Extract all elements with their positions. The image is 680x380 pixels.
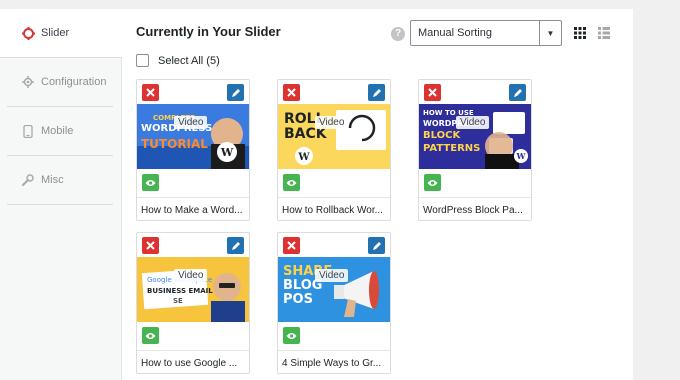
toggle-visibility-button[interactable] (424, 174, 441, 191)
sort-order-select[interactable]: Manual Sorting ▼ (410, 20, 562, 46)
slide-card[interactable]: W HOW TO USE WORDPRESS BLOCK PATTERNS Vi… (418, 79, 532, 221)
delete-slide-button[interactable] (283, 237, 300, 254)
wrench-icon (21, 173, 35, 187)
video-badge: Video (315, 269, 349, 282)
thumbnail-text: BUSINESS EMAIL (147, 287, 213, 295)
select-all[interactable]: Select All (5) (136, 54, 220, 67)
sort-selected-value: Manual Sorting (418, 27, 492, 39)
svg-text:W: W (220, 146, 234, 159)
page-title: Currently in Your Slider (136, 24, 281, 39)
eye-icon (286, 179, 297, 186)
thumbnail-text: BLOCK (423, 130, 461, 141)
delete-slide-button[interactable] (142, 237, 159, 254)
select-all-checkbox[interactable] (136, 54, 149, 67)
close-icon (146, 241, 155, 250)
edit-slide-button[interactable] (368, 84, 385, 101)
settings-sidebar: Slider Configuration Mobile Misc (0, 9, 122, 380)
slide-caption: How to Rollback Wor... (278, 197, 390, 221)
edit-slide-button[interactable] (509, 84, 526, 101)
video-badge: Video (456, 116, 490, 129)
thumbnail-text: BACK (284, 126, 327, 142)
mobile-icon (21, 124, 35, 138)
close-icon (428, 88, 437, 97)
slide-thumbnail: W HOW TO USE WORDPRESS BLOCK PATTERNS (419, 104, 531, 169)
sidebar-item-mobile[interactable]: Mobile (7, 107, 113, 156)
toggle-visibility-button[interactable] (283, 174, 300, 191)
eye-icon (427, 179, 438, 186)
sidebar-item-label: Slider (41, 27, 70, 39)
edit-slide-button[interactable] (368, 237, 385, 254)
slide-card[interactable]: W COMPLETE WORDPRESS TUTORIAL Video How … (136, 79, 250, 221)
slide-caption: 4 Simple Ways to Gr... (278, 350, 390, 374)
video-badge: Video (174, 269, 208, 282)
toggle-visibility-button[interactable] (142, 174, 159, 191)
gear-icon (21, 75, 35, 89)
slide-thumbnail: W COMPLETE WORDPRESS TUTORIAL (137, 104, 249, 169)
toggle-visibility-button[interactable] (142, 327, 159, 344)
caret-down-icon: ▼ (539, 21, 561, 45)
thumbnail-text: TUTORIAL (141, 137, 208, 151)
slide-caption: How to Make a Word... (137, 197, 249, 221)
slide-caption: WordPress Block Pa... (419, 197, 531, 221)
eye-icon (145, 332, 156, 339)
sidebar-item-label: Configuration (41, 76, 107, 88)
sidebar-item-configuration[interactable]: Configuration (7, 58, 113, 107)
sidebar-item-label: Misc (41, 174, 64, 186)
delete-slide-button[interactable] (283, 84, 300, 101)
slider-icon (21, 26, 35, 40)
select-all-label: Select All (5) (158, 54, 220, 67)
slide-thumbnail: W ROLL BACK (278, 104, 390, 169)
pencil-icon (372, 241, 381, 250)
slide-caption: How to use Google ... (137, 350, 249, 374)
toggle-visibility-button[interactable] (283, 327, 300, 344)
eye-icon (145, 179, 156, 186)
pencil-icon (231, 88, 240, 97)
slide-thumbnail: Google Workspace BUSINESS EMAIL SE (137, 257, 249, 322)
slide-card[interactable]: Google Workspace BUSINESS EMAIL SE Video… (136, 232, 250, 374)
close-icon (287, 241, 296, 250)
sidebar-item-label: Mobile (41, 125, 74, 137)
pencil-icon (231, 241, 240, 250)
edit-slide-button[interactable] (227, 84, 244, 101)
delete-slide-button[interactable] (424, 84, 441, 101)
eye-icon (286, 332, 297, 339)
thumbnail-text: PATTERNS (423, 143, 481, 154)
video-badge: Video (174, 116, 208, 129)
svg-text:W: W (297, 152, 310, 163)
sidebar-item-slider[interactable]: Slider (0, 9, 122, 58)
pencil-icon (372, 88, 381, 97)
thumbnail-text: SE (173, 297, 183, 305)
pencil-icon (513, 88, 522, 97)
delete-slide-button[interactable] (142, 84, 159, 101)
list-view-icon[interactable] (598, 27, 610, 39)
help-icon[interactable]: ? (391, 27, 405, 41)
video-badge: Video (315, 116, 349, 129)
svg-text:W: W (516, 151, 527, 161)
slide-card[interactable]: SHARE BLOG POS Video 4 Simple Ways to Gr… (277, 232, 391, 374)
slide-thumbnail: SHARE BLOG POS (278, 257, 390, 322)
slide-card[interactable]: W ROLL BACK Video How to Rollback Wor... (277, 79, 391, 221)
thumbnail-text: POS (283, 292, 313, 307)
sidebar-item-misc[interactable]: Misc (7, 156, 113, 205)
grid-view-icon[interactable] (574, 27, 586, 39)
close-icon (287, 88, 296, 97)
close-icon (146, 88, 155, 97)
edit-slide-button[interactable] (227, 237, 244, 254)
